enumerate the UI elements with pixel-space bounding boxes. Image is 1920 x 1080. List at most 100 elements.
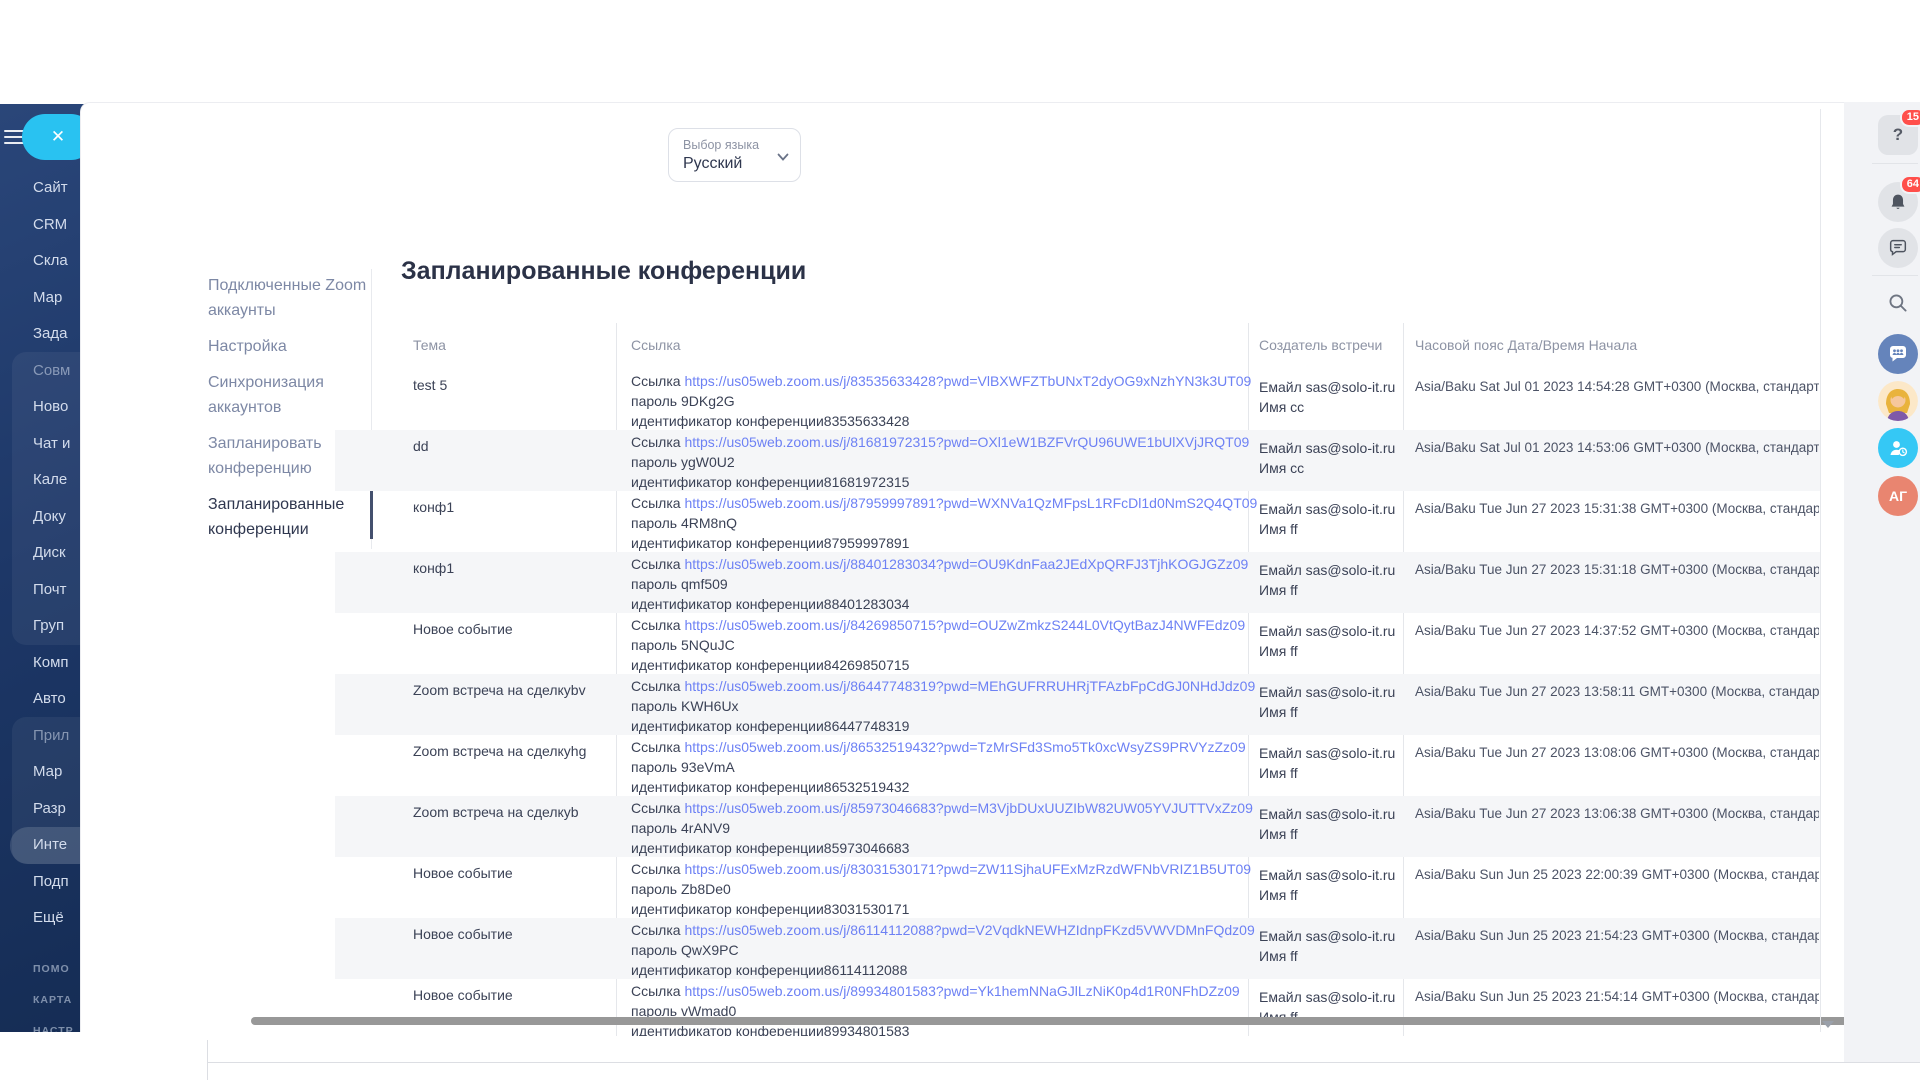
- conference-id: 86114112088: [824, 962, 908, 978]
- bell-icon: [1887, 191, 1909, 213]
- creator-email: sas@solo-it.ru: [1306, 806, 1396, 822]
- right-toolbar: ? 15 64 АГ: [1844, 102, 1920, 1062]
- creator-email: sas@solo-it.ru: [1306, 867, 1396, 883]
- table-row: Zoom встреча на сделкуbv Ссылка https://…: [335, 674, 1821, 735]
- help-button[interactable]: ? 15: [1878, 115, 1918, 155]
- messenger-button[interactable]: [1878, 334, 1918, 374]
- table-row: Zoom встреча на сделкуb Ссылка https://u…: [335, 796, 1821, 857]
- conference-creator-cell: Емайл sas@solo-it.ru Имя ff: [1259, 865, 1399, 905]
- zoom-meeting-link[interactable]: https://us05web.zoom.us/j/81681972315?pw…: [684, 434, 1249, 450]
- scroll-down-arrow[interactable]: [1822, 1021, 1834, 1028]
- conference-start-time: Asia/Baku Tue Jun 27 2023 15:31:18 GMT+0…: [1415, 562, 1819, 577]
- conference-creator-cell: Емайл sas@solo-it.ru Имя ff: [1259, 560, 1399, 600]
- table-row: dd Ссылка https://us05web.zoom.us/j/8168…: [335, 430, 1821, 491]
- table-row: Zoom встреча на сделкуhg Ссылка https://…: [335, 735, 1821, 796]
- conference-id: 84269850715: [824, 657, 910, 673]
- conference-start-time: Asia/Baku Sun Jun 25 2023 21:54:14 GMT+0…: [1415, 989, 1819, 1004]
- chat-history-button[interactable]: [1878, 228, 1918, 268]
- conference-topic: Новое событие: [413, 987, 608, 1003]
- notifications-button[interactable]: 64: [1878, 182, 1918, 222]
- zoom-meeting-link[interactable]: https://us05web.zoom.us/j/86532519432?pw…: [684, 739, 1245, 755]
- table-row: Новое событие Ссылка https://us05web.zoo…: [335, 857, 1821, 918]
- conference-topic: Zoom встреча на сделкуb: [413, 804, 608, 820]
- conference-start-time: Asia/Baku Tue Jun 27 2023 13:06:38 GMT+0…: [1415, 806, 1819, 821]
- zoom-meeting-link[interactable]: https://us05web.zoom.us/j/83535633428?pw…: [684, 373, 1251, 389]
- zoom-nav-item[interactable]: Подключенные Zoom аккаунты: [208, 273, 368, 323]
- password-label: пароль: [631, 820, 677, 836]
- creator-email: sas@solo-it.ru: [1306, 501, 1396, 517]
- creator-name: ff: [1290, 887, 1298, 903]
- creator-email: sas@solo-it.ru: [1306, 989, 1396, 1005]
- conference-password: QwX9PC: [681, 942, 739, 958]
- conference-password: 4RM8nQ: [681, 515, 737, 531]
- header-start: Часовой пояс Дата/Время Начала: [1415, 337, 1637, 353]
- zoom-meeting-link[interactable]: https://us05web.zoom.us/j/85973046683?pw…: [684, 800, 1252, 816]
- help-badge: 15: [1900, 108, 1920, 127]
- vertical-scrollbar-track[interactable]: [1820, 109, 1821, 1032]
- bottom-divider: [208, 1062, 1920, 1063]
- conference-id-label: идентификатор конференции: [631, 657, 824, 673]
- link-label: Ссылка: [631, 800, 681, 816]
- language-selector[interactable]: Выбор языка Русский: [668, 128, 801, 182]
- name-label: Имя: [1259, 826, 1286, 842]
- conference-link-cell: Ссылка https://us05web.zoom.us/j/8303153…: [631, 859, 1243, 919]
- name-label: Имя: [1259, 521, 1286, 537]
- horizontal-scrollbar[interactable]: [251, 1017, 1863, 1025]
- conference-link-cell: Ссылка https://us05web.zoom.us/j/8795999…: [631, 493, 1243, 553]
- conference-start-time: Asia/Baku Sun Jun 25 2023 21:54:23 GMT+0…: [1415, 928, 1819, 943]
- conference-link-cell: Ссылка https://us05web.zoom.us/j/8644774…: [631, 676, 1243, 736]
- bottom-left-panel: [0, 1032, 208, 1080]
- conference-start-time: Asia/Baku Tue Jun 27 2023 15:31:38 GMT+0…: [1415, 501, 1819, 516]
- conference-creator-cell: Емайл sas@solo-it.ru Имя cc: [1259, 377, 1399, 417]
- conference-id-label: идентификатор конференции: [631, 962, 824, 978]
- notifications-badge: 64: [1900, 175, 1920, 194]
- link-label: Ссылка: [631, 434, 681, 450]
- zoom-meeting-link[interactable]: https://us05web.zoom.us/j/86447748319?pw…: [684, 678, 1255, 694]
- conference-id: 86447748319: [824, 718, 910, 734]
- zoom-meeting-link[interactable]: https://us05web.zoom.us/j/88401283034?pw…: [684, 556, 1248, 572]
- conferences-table: Тема Ссылка Создатель встречи Часовой по…: [335, 323, 1821, 1036]
- zoom-meeting-link[interactable]: https://us05web.zoom.us/j/84269850715?pw…: [684, 617, 1245, 633]
- conference-id-label: идентификатор конференции: [631, 840, 824, 856]
- email-label: Емайл: [1259, 501, 1302, 517]
- creator-email: sas@solo-it.ru: [1306, 562, 1396, 578]
- conference-topic: Новое событие: [413, 621, 608, 637]
- creator-email: sas@solo-it.ru: [1306, 928, 1396, 944]
- email-label: Емайл: [1259, 806, 1302, 822]
- conference-id: 85973046683: [824, 840, 910, 856]
- creator-name: cc: [1290, 399, 1304, 415]
- table-row: конф1 Ссылка https://us05web.zoom.us/j/8…: [335, 552, 1821, 613]
- conference-link-cell: Ссылка https://us05web.zoom.us/j/8993480…: [631, 981, 1243, 1036]
- conference-id: 87959997891: [824, 535, 910, 551]
- table-body: test 5 Ссылка https://us05web.zoom.us/j/…: [335, 369, 1821, 1036]
- conference-creator-cell: Емайл sas@solo-it.ru Имя ff: [1259, 682, 1399, 722]
- name-label: Имя: [1259, 460, 1286, 476]
- conference-id-label: идентификатор конференции: [631, 718, 824, 734]
- creator-email: sas@solo-it.ru: [1306, 440, 1396, 456]
- link-label: Ссылка: [631, 739, 681, 755]
- invite-users-button[interactable]: [1878, 428, 1918, 468]
- conference-id: 88401283034: [824, 596, 910, 612]
- profile-initials-badge[interactable]: АГ: [1878, 476, 1918, 516]
- conference-link-cell: Ссылка https://us05web.zoom.us/j/8653251…: [631, 737, 1243, 797]
- zoom-meeting-link[interactable]: https://us05web.zoom.us/j/83031530171?pw…: [684, 861, 1251, 877]
- link-label: Ссылка: [631, 495, 681, 511]
- conference-topic: test 5: [413, 377, 608, 393]
- conference-password: Zb8De0: [681, 881, 731, 897]
- creator-email: sas@solo-it.ru: [1306, 623, 1396, 639]
- zoom-meeting-link[interactable]: https://us05web.zoom.us/j/89934801583?pw…: [684, 983, 1239, 999]
- name-label: Имя: [1259, 765, 1286, 781]
- conference-id: 86532519432: [824, 779, 910, 795]
- password-label: пароль: [631, 637, 677, 653]
- person-clock-icon: [1886, 436, 1910, 460]
- zoom-meeting-link[interactable]: https://us05web.zoom.us/j/87959997891?pw…: [684, 495, 1257, 511]
- email-label: Емайл: [1259, 745, 1302, 761]
- search-button[interactable]: [1878, 285, 1918, 321]
- conference-password: 4rANV9: [681, 820, 730, 836]
- user-avatar[interactable]: [1878, 381, 1918, 421]
- conference-start-time: Asia/Baku Sun Jun 25 2023 22:00:39 GMT+0…: [1415, 867, 1819, 882]
- conference-topic: Новое событие: [413, 865, 608, 881]
- conference-link-cell: Ссылка https://us05web.zoom.us/j/8840128…: [631, 554, 1243, 614]
- password-label: пароль: [631, 454, 677, 470]
- zoom-meeting-link[interactable]: https://us05web.zoom.us/j/86114112088?pw…: [684, 922, 1254, 938]
